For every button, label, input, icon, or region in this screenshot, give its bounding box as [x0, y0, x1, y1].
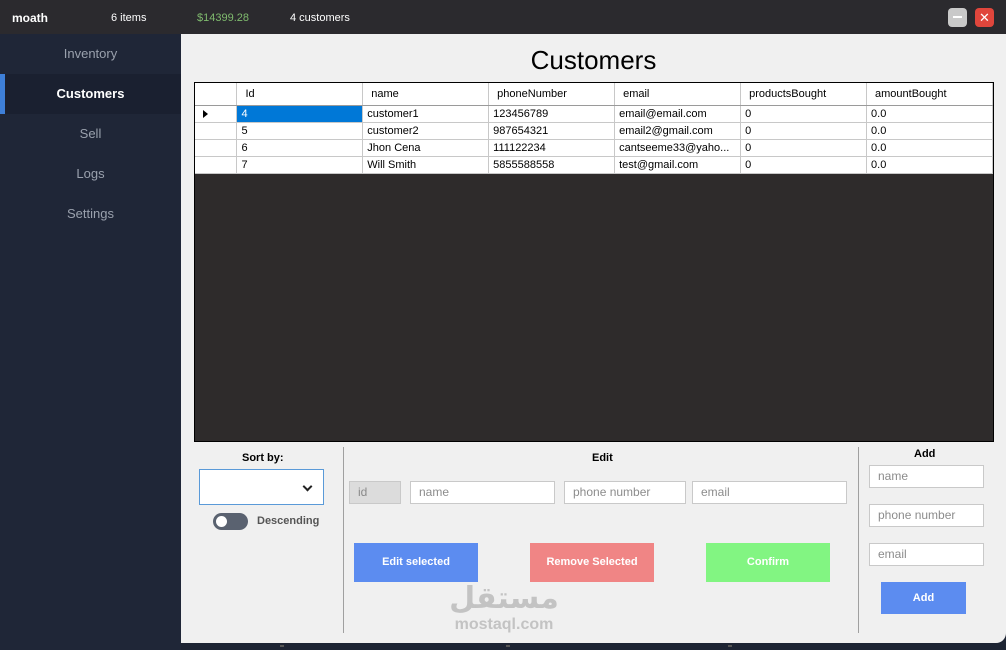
table-cell[interactable]: 0.0 — [866, 139, 993, 157]
table-cell[interactable]: 5855588558 — [488, 156, 616, 174]
table-cell[interactable]: cantseeme33@yaho... — [614, 139, 742, 157]
customers-count-label: 4 customers — [290, 12, 350, 24]
chevron-down-icon — [302, 481, 313, 492]
column-header-email[interactable]: email — [614, 83, 742, 106]
column-header-amount-bought[interactable]: amountBought — [866, 83, 993, 106]
table-cell[interactable]: 0.0 — [866, 156, 993, 174]
resize-mark — [506, 645, 510, 647]
edit-id-field: id — [349, 481, 401, 504]
close-button[interactable]: ✕ — [975, 8, 994, 27]
table-cell[interactable]: 0.0 — [866, 105, 993, 123]
balance-label: $14399.28 — [197, 12, 249, 24]
add-email-field[interactable]: email — [869, 543, 984, 566]
close-icon: ✕ — [979, 10, 990, 25]
sidebar-item-sell[interactable]: Sell — [0, 114, 181, 154]
row-header-corner — [195, 83, 238, 106]
table-cell[interactable]: 0.0 — [866, 122, 993, 140]
username-label: moath — [12, 11, 48, 25]
table-cell[interactable]: 7 — [236, 156, 364, 174]
column-header-name[interactable]: name — [362, 83, 490, 106]
edit-email-field[interactable]: email — [692, 481, 847, 504]
add-name-field[interactable]: name — [869, 465, 984, 488]
page-title: Customers — [530, 45, 657, 75]
add-button[interactable]: Add — [881, 582, 966, 614]
remove-selected-button[interactable]: Remove Selected — [530, 543, 654, 582]
resize-mark — [280, 645, 284, 647]
table-cell[interactable]: test@gmail.com — [614, 156, 742, 174]
edit-name-field[interactable]: name — [410, 481, 555, 504]
minimize-button[interactable] — [948, 8, 967, 27]
sidebar-item-customers[interactable]: Customers — [0, 74, 181, 114]
column-header-products-bought[interactable]: productsBought — [740, 83, 868, 106]
table-cell[interactable]: Jhon Cena — [362, 139, 490, 157]
sidebar-item-logs[interactable]: Logs — [0, 154, 181, 194]
watermark-latin: mostaql.com — [454, 616, 554, 633]
table-header-row: Id name phoneNumber email productsBought… — [195, 83, 993, 106]
divider — [858, 447, 859, 633]
edit-section-label: Edit — [592, 452, 613, 464]
sidebar-item-inventory[interactable]: Inventory — [0, 34, 181, 74]
table-row[interactable]: 7 Will Smith 5855588558 test@gmail.com 0… — [195, 156, 993, 174]
table-cell[interactable]: 4 — [236, 105, 364, 123]
column-header-phone[interactable]: phoneNumber — [488, 83, 616, 106]
table-cell[interactable]: 0 — [740, 105, 868, 123]
table-cell[interactable]: 0 — [740, 139, 868, 157]
resize-mark — [728, 645, 732, 647]
table-cell[interactable]: 6 — [236, 139, 364, 157]
descending-toggle[interactable] — [213, 513, 248, 530]
table-cell[interactable]: email2@gmail.com — [614, 122, 742, 140]
table-row[interactable]: 4 customer1 123456789 email@email.com 0 … — [195, 105, 993, 123]
sidebar-item-settings[interactable]: Settings — [0, 194, 181, 234]
column-header-id[interactable]: Id — [236, 83, 364, 106]
table-cell[interactable]: Will Smith — [362, 156, 490, 174]
watermark-arabic: مستقل — [449, 582, 559, 615]
items-count-label: 6 items — [111, 12, 147, 24]
edit-selected-button[interactable]: Edit selected — [354, 543, 478, 582]
confirm-button[interactable]: Confirm — [706, 543, 830, 582]
table-cell[interactable]: email@email.com — [614, 105, 742, 123]
customers-table: Id name phoneNumber email productsBought… — [195, 83, 993, 174]
table-row[interactable]: 5 customer2 987654321 email2@gmail.com 0… — [195, 122, 993, 140]
descending-label: Descending — [257, 515, 320, 527]
divider — [343, 447, 344, 633]
table-cell[interactable]: 987654321 — [488, 122, 616, 140]
table-cell[interactable]: 111122234 — [488, 139, 616, 157]
add-section-label: Add — [914, 448, 936, 460]
table-cell[interactable]: 0 — [740, 122, 868, 140]
customers-grid[interactable]: Id name phoneNumber email productsBought… — [194, 82, 994, 442]
main-panel: Customers Id name phoneNumber email prod… — [181, 34, 1006, 643]
row-header[interactable] — [195, 122, 238, 140]
title-bar: moath 6 items $14399.28 4 customers ✕ — [0, 0, 1006, 34]
table-cell[interactable]: customer1 — [362, 105, 490, 123]
add-phone-field[interactable]: phone number — [869, 504, 984, 527]
sort-by-dropdown[interactable] — [199, 469, 324, 505]
row-header[interactable] — [195, 105, 238, 123]
watermark: مستقل mostaql.com — [439, 582, 569, 634]
table-cell[interactable]: 123456789 — [488, 105, 616, 123]
table-cell[interactable]: 5 — [236, 122, 364, 140]
table-cell[interactable]: customer2 — [362, 122, 490, 140]
table-cell[interactable]: 0 — [740, 156, 868, 174]
row-header[interactable] — [195, 156, 238, 174]
sort-by-label: Sort by: — [242, 452, 284, 464]
table-row[interactable]: 6 Jhon Cena 111122234 cantseeme33@yaho..… — [195, 139, 993, 157]
row-header[interactable] — [195, 139, 238, 157]
sidebar: Inventory Customers Sell Logs Settings — [0, 34, 181, 650]
current-row-arrow-icon — [203, 109, 208, 118]
edit-phone-field[interactable]: phone number — [564, 481, 686, 504]
